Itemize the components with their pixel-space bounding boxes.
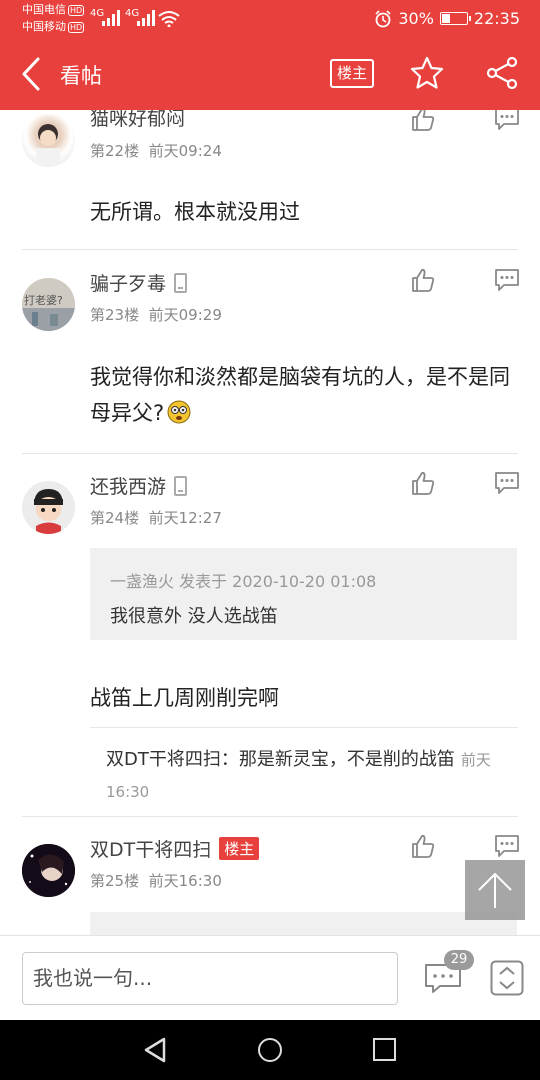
floor-number: 第23楼 <box>90 306 140 324</box>
op-only-button[interactable]: 楼主 <box>330 59 374 88</box>
hd-badge-2: HD <box>68 22 85 33</box>
signal-icon-2 <box>137 10 155 26</box>
floor-info: 第24楼 前天12:27 <box>90 507 222 528</box>
comment-icon[interactable] <box>494 470 520 496</box>
battery-icon <box>439 12 471 25</box>
username[interactable]: 还我西游 <box>90 472 188 499</box>
like-icon[interactable] <box>410 110 436 132</box>
avatar[interactable]: 打老婆? <box>22 278 75 331</box>
status-right: 30% 22:35 <box>374 9 520 28</box>
like-icon[interactable] <box>410 470 436 496</box>
system-recents-icon[interactable] <box>373 1038 396 1061</box>
arrow-up-icon <box>478 872 512 908</box>
carrier-2-label: 中国移动 <box>22 20 66 33</box>
post-body: 我觉得你和淡然都是脑袋有坑的人，是不是同母异父? <box>90 359 510 431</box>
avatar-caption: 打老婆? <box>24 294 63 307</box>
floor-info: 第22楼 前天09:24 <box>90 140 222 161</box>
floor-info: 第25楼 前天16:30 <box>90 870 222 891</box>
reply-input[interactable]: 我也说一句... <box>22 952 398 1005</box>
signal-icon <box>102 10 120 26</box>
username-label: 骗子歹毒 <box>90 273 167 295</box>
username[interactable]: 骗子歹毒 <box>90 269 188 296</box>
reply-bar: 我也说一句... 29 <box>0 935 540 1020</box>
floor-number: 第22楼 <box>90 142 140 160</box>
system-back-icon[interactable] <box>142 1036 168 1064</box>
list-item: 猫咪好郁闷 第22楼 前天09:24 无所谓。根本就没用过 <box>0 110 540 250</box>
comment-icon[interactable] <box>494 833 520 859</box>
carrier-1-label: 中国电信 <box>22 3 66 16</box>
post-time: 前天09:29 <box>148 306 222 324</box>
comment-icon[interactable] <box>494 267 520 293</box>
scroll-to-top-button[interactable] <box>465 860 525 920</box>
post-time: 前天16:30 <box>148 872 222 890</box>
phone-icon <box>174 476 188 496</box>
comment-count-badge: 29 <box>444 950 474 970</box>
avatar[interactable] <box>22 114 75 167</box>
carrier-2: 中国移动 HD <box>22 20 85 33</box>
post-body-text: 我觉得你和淡然都是脑袋有坑的人，是不是同母异父? <box>90 365 510 425</box>
quote-box[interactable]: 一盏渔火 发表于 2020-10-20 01:08 我很意外 没人选战笛 <box>90 548 517 640</box>
phone-icon <box>174 273 188 293</box>
like-icon[interactable] <box>410 833 436 859</box>
sub-reply-separator: ： <box>220 749 239 770</box>
page-navigate-icon[interactable] <box>490 960 524 996</box>
alarm-icon <box>375 9 391 27</box>
list-item: 还我西游 第24楼 前天12:27 一盏渔火 发表于 2020-10-20 01… <box>0 454 540 817</box>
clock: 22:35 <box>473 9 520 28</box>
post-time: 前天09:24 <box>148 142 222 160</box>
dizzy-emoji-icon <box>167 400 191 424</box>
system-nav-bar <box>0 1020 540 1080</box>
list-item: 双DT干将四扫 楼主 第25楼 前天16:30 <box>0 817 540 935</box>
system-home-icon[interactable] <box>258 1038 282 1062</box>
username[interactable]: 猫咪好郁闷 <box>90 110 185 131</box>
reply-divider <box>90 727 518 728</box>
divider <box>22 249 518 250</box>
quote-text: 我很意外 没人选战笛 <box>110 606 278 627</box>
username[interactable]: 双DT干将四扫 楼主 <box>90 835 260 862</box>
hd-badge: HD <box>68 5 85 16</box>
like-icon[interactable] <box>410 267 436 293</box>
page-title: 看帖 <box>60 64 102 88</box>
back-arrow-icon[interactable] <box>18 56 46 92</box>
avatar[interactable] <box>22 481 75 534</box>
favorite-star-icon[interactable] <box>410 56 444 90</box>
post-time: 前天12:27 <box>148 509 222 527</box>
username-label: 还我西游 <box>90 476 167 498</box>
wifi-icon <box>158 11 180 27</box>
quote-box[interactable] <box>90 912 517 935</box>
carrier-1: 中国电信 HD <box>22 3 85 16</box>
comment-icon[interactable] <box>494 110 520 132</box>
avatar[interactable] <box>22 844 75 897</box>
list-item: 打老婆? 骗子歹毒 第23楼 前天09:29 我觉得你和淡然都是脑袋有坑的人，是… <box>0 251 540 454</box>
floor-number: 第24楼 <box>90 509 140 527</box>
quote-meta: 一盏渔火 发表于 2020-10-20 01:08 <box>110 572 377 591</box>
post-list[interactable]: 猫咪好郁闷 第22楼 前天09:24 无所谓。根本就没用过 打老婆? 骗子歹毒 … <box>0 110 540 935</box>
status-bar: 中国电信 HD 中国移动 HD 4G 4G 30% 22:35 <box>0 0 540 38</box>
floor-number: 第25楼 <box>90 872 140 890</box>
sub-reply-author: 双DT干将四扫 <box>106 749 221 770</box>
floor-info: 第23楼 前天09:29 <box>90 304 222 325</box>
sub-reply[interactable]: 双DT干将四扫：那是新灵宝，不是削的战笛 前天16:30 <box>106 744 506 808</box>
post-body: 战笛上几周刚削完啊 <box>90 686 279 710</box>
sub-reply-text: 那是新灵宝，不是削的战笛 <box>238 749 455 770</box>
post-body: 无所谓。根本就没用过 <box>90 200 300 224</box>
share-icon[interactable] <box>485 56 519 90</box>
username-label: 双DT干将四扫 <box>90 839 212 861</box>
app-header: 看帖 楼主 <box>0 38 540 110</box>
op-tag: 楼主 <box>219 837 260 860</box>
battery-percent: 30% <box>398 9 434 28</box>
